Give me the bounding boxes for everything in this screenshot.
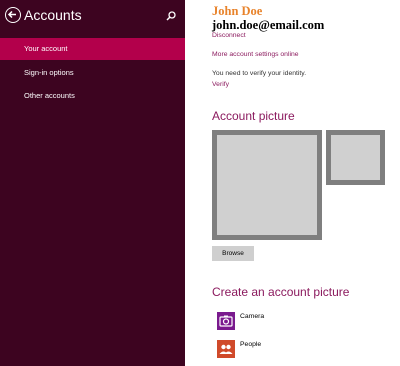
sidebar-item-other-accounts[interactable]: Other accounts [0,85,185,107]
user-name: John Doe [212,4,263,18]
people-icon [217,340,235,358]
browse-button[interactable]: Browse [212,246,254,261]
sidebar-item-your-account[interactable]: Your account [0,38,185,60]
camera-label[interactable]: Camera [240,313,264,320]
create-picture-title: Create an account picture [212,285,350,299]
main-panel: John Doe john.doe@email.com Disconnect M… [185,0,400,366]
sidebar-header: Accounts [0,0,185,32]
page-title: Accounts [24,7,82,23]
sidebar: Accounts Your account Sign-in options Ot… [0,0,185,366]
people-label[interactable]: People [240,341,261,348]
more-account-settings-link[interactable]: More account settings online [212,51,299,58]
account-picture-title: Account picture [212,109,295,123]
search-button[interactable] [165,9,177,21]
user-email: john.doe@email.com [212,18,325,32]
people-app-button[interactable] [217,340,235,358]
account-picture-small [326,130,385,185]
account-picture-large [212,130,322,240]
disconnect-link[interactable]: Disconnect [212,32,246,39]
back-arrow-icon [7,10,16,19]
sidebar-item-sign-in-options[interactable]: Sign-in options [0,62,185,84]
camera-app-button[interactable] [217,312,235,330]
verify-link[interactable]: Verify [212,81,229,88]
camera-icon [217,312,235,330]
search-icon [166,11,176,21]
back-button[interactable] [5,7,21,23]
verify-message: You need to verify your identity. [212,70,307,77]
